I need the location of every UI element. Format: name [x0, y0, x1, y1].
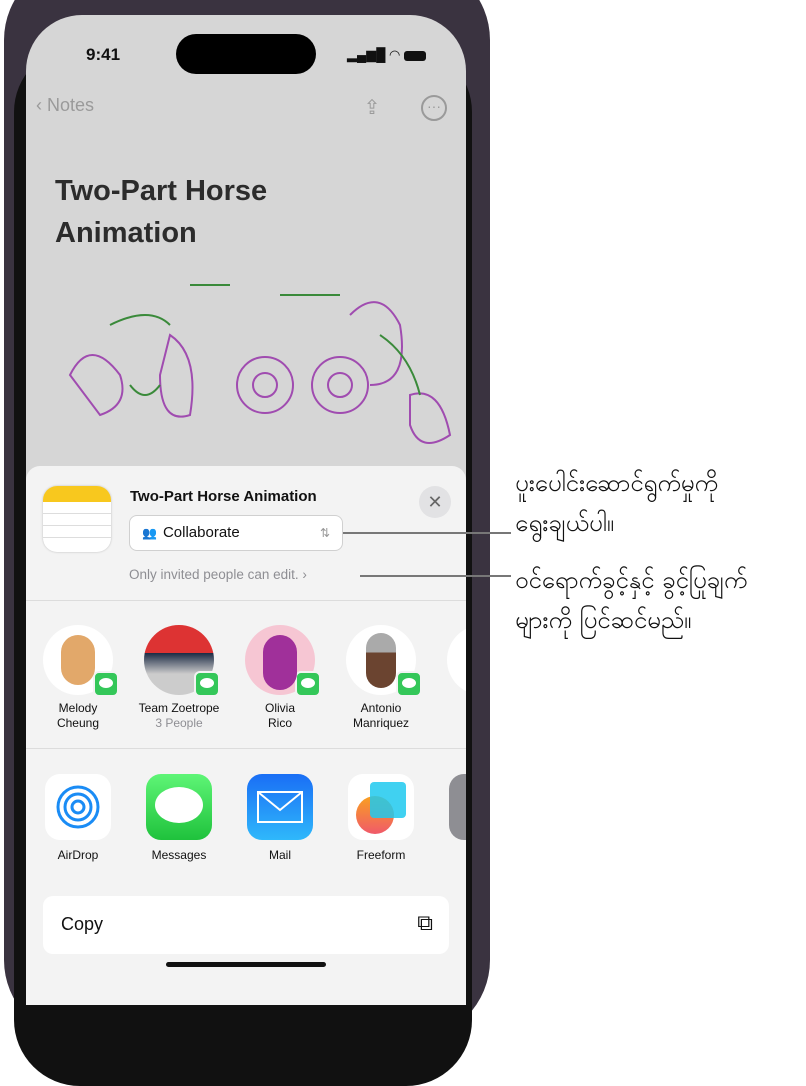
app-airdrop[interactable]: AirDrop	[28, 774, 128, 862]
copy-icon: ⧉	[417, 910, 433, 935]
back-button[interactable]: ‹ Notes	[36, 95, 94, 116]
horse-sketch-image	[68, 284, 452, 444]
notes-app-icon	[43, 486, 111, 552]
avatar	[43, 625, 119, 697]
battery-icon	[404, 50, 426, 61]
phone-screen: 9:41 ▂▄▆█ ◠ ‹ Notes ⇪ ··· Two-Part Horse…	[26, 15, 466, 1005]
person-team-zoetrope[interactable]: Team Zoetrope 3 People	[129, 625, 229, 731]
more-icon[interactable]: ···	[421, 95, 447, 121]
person-name-2: Rico	[267, 716, 292, 730]
dynamic-island	[176, 34, 316, 74]
copy-button[interactable]: Copy ⧉	[43, 896, 449, 954]
app-mail[interactable]: Mail	[230, 774, 330, 862]
app-label: AirDrop	[57, 848, 99, 862]
people-icon: 👥	[142, 526, 157, 540]
app-label: Messages	[151, 848, 207, 862]
share-icon[interactable]: ⇪	[359, 95, 385, 121]
messages-icon	[146, 774, 212, 840]
status-icons: ▂▄▆█ ◠	[347, 47, 426, 63]
app-partial[interactable]: w	[432, 774, 466, 862]
chevron-left-icon: ‹	[36, 95, 47, 115]
messages-badge-icon	[194, 671, 220, 697]
person-name-2: Manriquez	[352, 716, 410, 730]
app-label: Freeform	[356, 848, 406, 862]
note-title: Two-Part Horse Animation	[55, 175, 268, 249]
permission-text: Only invited people can edit.	[129, 567, 299, 582]
chevron-updown-icon: ⇅	[319, 526, 330, 540]
divider	[26, 748, 466, 749]
wifi-icon: ◠	[389, 47, 401, 62]
app-freeform[interactable]: Freeform	[331, 774, 431, 862]
callout-collaborate: ပူးပေါင်းဆောင်ရွက်မှုကို ရွေးချယ်ပါ။	[515, 469, 718, 537]
person-subtitle: 3 People	[155, 716, 203, 730]
avatar	[144, 625, 220, 697]
person-partial[interactable]: P	[432, 625, 466, 716]
status-time: 9:41	[86, 45, 121, 64]
person-antonio-manriquez[interactable]: Antonio Manriquez	[331, 625, 431, 731]
callout-line-collaborate	[343, 532, 511, 534]
share-sheet: Two-Part Horse Animation ✕ 👥 Collaborate …	[26, 466, 466, 1005]
person-melody-cheung[interactable]: Melody Cheung	[28, 625, 128, 731]
callout-permissions: ဝင်ရောက်ခွင့်နှင့် ခွင့်ပြုချက်များကို ပ…	[515, 566, 748, 634]
divider	[26, 600, 466, 601]
person-olivia-rico[interactable]: Olivia Rico	[230, 625, 330, 731]
avatar	[447, 625, 466, 695]
signal-icon: ▂▄▆█	[346, 47, 386, 62]
close-icon: ✕	[427, 492, 443, 512]
back-label: Notes	[47, 95, 95, 115]
app-messages[interactable]: Messages	[129, 774, 229, 862]
collaborate-dropdown[interactable]: 👥 Collaborate ⇅	[129, 515, 343, 551]
collaborate-label: Collaborate	[162, 524, 240, 541]
shared-document-title: Two-Part Horse Animation	[130, 488, 317, 505]
callout-line-permissions	[360, 575, 511, 577]
close-button[interactable]: ✕	[419, 486, 451, 518]
copy-label: Copy	[61, 914, 104, 934]
freeform-icon	[348, 774, 414, 840]
person-name: Olivia	[264, 701, 295, 715]
person-name-2: Cheung	[56, 716, 100, 730]
chevron-right-icon: ›	[302, 567, 307, 582]
home-indicator	[166, 962, 326, 967]
person-name: Antonio	[360, 701, 402, 715]
permission-link[interactable]: Only invited people can edit. ›	[129, 567, 307, 582]
avatar	[346, 625, 422, 697]
app-icon	[449, 774, 466, 840]
mail-icon	[247, 774, 313, 840]
person-name: Melody	[58, 701, 98, 715]
avatar	[245, 625, 321, 697]
messages-badge-icon	[93, 671, 119, 697]
airdrop-icon	[45, 774, 111, 840]
person-name: Team Zoetrope	[138, 701, 220, 715]
messages-badge-icon	[396, 671, 422, 697]
app-label: Mail	[268, 848, 291, 862]
messages-badge-icon	[295, 671, 321, 697]
